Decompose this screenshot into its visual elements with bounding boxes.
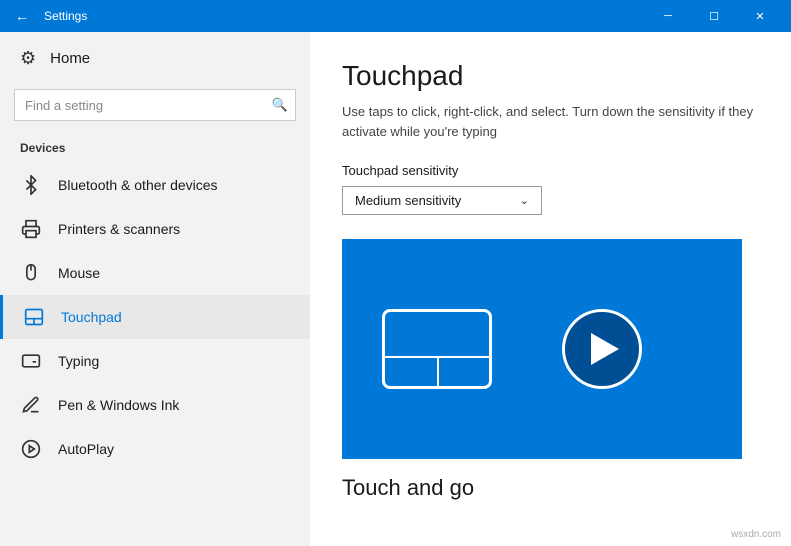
sensitivity-value: Medium sensitivity bbox=[355, 193, 461, 208]
printer-icon bbox=[20, 219, 42, 239]
page-description: Use taps to click, right-click, and sele… bbox=[342, 102, 759, 141]
sidebar-item-pen[interactable]: Pen & Windows Ink bbox=[0, 383, 310, 427]
sensitivity-dropdown[interactable]: Medium sensitivity ⌄ bbox=[342, 186, 542, 215]
title-bar-title: Settings bbox=[44, 9, 645, 23]
back-icon: ← bbox=[15, 8, 29, 24]
main-layout: ⚙ Home 🔍 Devices Bluetooth & other devic… bbox=[0, 32, 791, 546]
video-section-title: Touch and go bbox=[342, 475, 759, 501]
video-thumbnail[interactable] bbox=[342, 239, 742, 459]
sidebar-item-typing-label: Typing bbox=[58, 353, 99, 369]
search-input[interactable] bbox=[14, 89, 296, 121]
sidebar-item-bluetooth-label: Bluetooth & other devices bbox=[58, 177, 218, 193]
content-area: Touchpad Use taps to click, right-click,… bbox=[310, 32, 791, 546]
play-icon bbox=[591, 333, 619, 365]
search-box[interactable]: 🔍 bbox=[14, 89, 296, 121]
page-title: Touchpad bbox=[342, 60, 759, 92]
back-button[interactable]: ← bbox=[8, 2, 36, 30]
sidebar-item-autoplay[interactable]: AutoPlay bbox=[0, 427, 310, 471]
sidebar-item-printers[interactable]: Printers & scanners bbox=[0, 207, 310, 251]
maximize-icon: ☐ bbox=[709, 10, 719, 23]
touchpad-graphic bbox=[382, 309, 492, 389]
typing-icon bbox=[20, 351, 42, 371]
sidebar-item-typing[interactable]: Typing bbox=[0, 339, 310, 383]
minimize-button[interactable]: ─ bbox=[645, 0, 691, 32]
bluetooth-icon bbox=[20, 175, 42, 195]
sidebar-item-mouse-label: Mouse bbox=[58, 265, 100, 281]
watermark: wsxdn.com bbox=[731, 529, 781, 540]
autoplay-icon bbox=[20, 439, 42, 459]
chevron-down-icon: ⌄ bbox=[520, 194, 529, 207]
sidebar-item-bluetooth[interactable]: Bluetooth & other devices bbox=[0, 163, 310, 207]
sidebar-item-home[interactable]: ⚙ Home bbox=[0, 32, 310, 85]
sensitivity-label: Touchpad sensitivity bbox=[342, 163, 759, 178]
close-button[interactable]: ✕ bbox=[737, 0, 783, 32]
touchpad-icon bbox=[23, 307, 45, 327]
title-bar: ← Settings ─ ☐ ✕ bbox=[0, 0, 791, 32]
sidebar-item-touchpad[interactable]: Touchpad bbox=[0, 295, 310, 339]
touchpad-outline-shape bbox=[382, 309, 492, 389]
mouse-icon bbox=[20, 263, 42, 283]
maximize-button[interactable]: ☐ bbox=[691, 0, 737, 32]
window-controls: ─ ☐ ✕ bbox=[645, 0, 783, 32]
sidebar-item-mouse[interactable]: Mouse bbox=[0, 251, 310, 295]
sidebar-item-printers-label: Printers & scanners bbox=[58, 221, 180, 237]
sidebar-item-pen-label: Pen & Windows Ink bbox=[58, 397, 179, 413]
home-icon: ⚙ bbox=[20, 48, 36, 69]
sidebar-section-devices: Devices bbox=[0, 137, 310, 163]
sidebar-item-touchpad-label: Touchpad bbox=[61, 309, 122, 325]
touchpad-divider-v bbox=[437, 358, 439, 386]
close-icon: ✕ bbox=[755, 10, 764, 23]
minimize-icon: ─ bbox=[664, 10, 672, 22]
pen-icon bbox=[20, 395, 42, 415]
play-button[interactable] bbox=[562, 309, 642, 389]
sidebar: ⚙ Home 🔍 Devices Bluetooth & other devic… bbox=[0, 32, 310, 546]
sidebar-item-autoplay-label: AutoPlay bbox=[58, 441, 114, 457]
home-label: Home bbox=[50, 50, 90, 67]
search-icon: 🔍 bbox=[272, 97, 288, 113]
